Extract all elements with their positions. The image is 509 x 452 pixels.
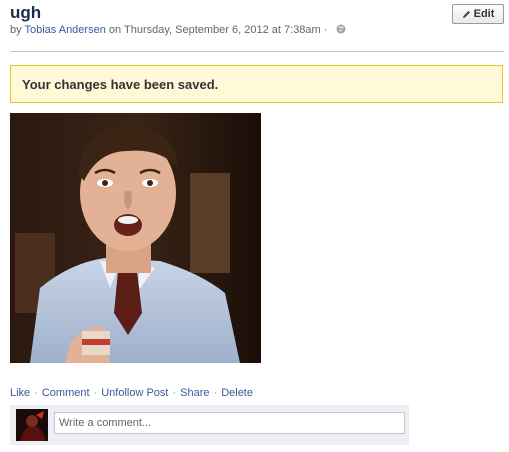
header-divider <box>10 51 504 52</box>
globe-icon[interactable] <box>336 24 346 34</box>
unfollow-post-link[interactable]: Unfollow Post <box>101 387 168 399</box>
action-separator: · <box>172 387 177 399</box>
saved-notice-text: Your changes have been saved. <box>22 77 219 92</box>
post-date: on Thursday, September 6, 2012 at 7:38am… <box>108 24 328 36</box>
like-link[interactable]: Like <box>10 387 30 399</box>
avatar[interactable] <box>16 409 48 441</box>
action-separator: · <box>93 387 98 399</box>
byline-prefix: by <box>10 24 22 36</box>
edit-button-label: Edit <box>473 8 495 20</box>
pencil-icon <box>462 10 470 18</box>
photo-image <box>10 113 261 363</box>
comment-input[interactable]: Write a comment... <box>54 412 405 434</box>
saved-notice: Your changes have been saved. <box>10 65 503 103</box>
action-separator: · <box>34 387 38 399</box>
author-link[interactable]: Tobias Andersen <box>24 24 105 36</box>
post-photo[interactable] <box>10 113 261 363</box>
share-link[interactable]: Share <box>180 387 209 399</box>
comment-link[interactable]: Comment <box>42 387 90 399</box>
post-title: ugh <box>10 3 42 22</box>
action-separator: · <box>213 387 218 399</box>
delete-link[interactable]: Delete <box>221 387 253 399</box>
comment-composer: Write a comment... <box>10 405 409 445</box>
edit-button[interactable]: Edit <box>452 4 504 24</box>
post-byline: by Tobias Andersen on Thursday, Septembe… <box>10 24 346 36</box>
post-actions: Like · Comment · Unfollow Post · Share · Delete <box>10 387 253 399</box>
